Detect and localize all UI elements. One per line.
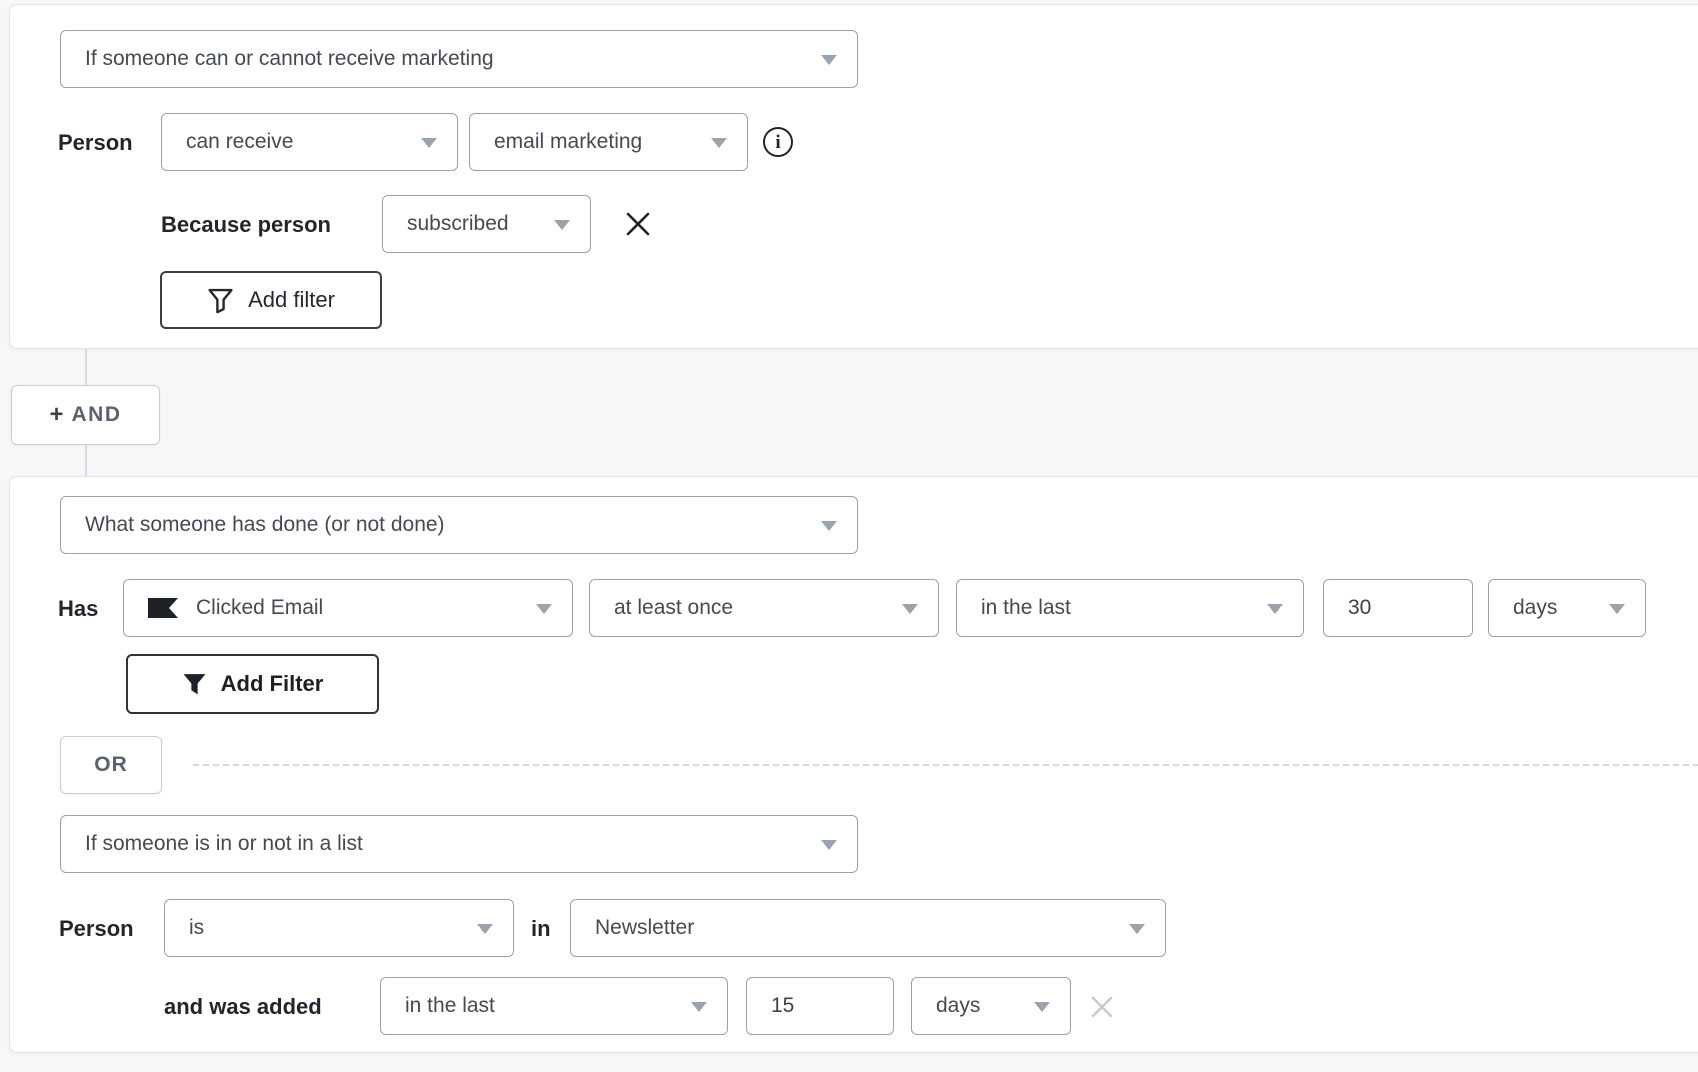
caret-down-icon [1034, 1002, 1050, 1012]
caret-down-icon [554, 220, 570, 230]
caret-down-icon [711, 138, 727, 148]
caret-down-icon [1129, 924, 1145, 934]
email-flag-icon [148, 598, 178, 618]
remove-filter-button-disabled[interactable] [1086, 991, 1118, 1023]
caret-down-icon [902, 604, 918, 614]
added-range-select[interactable]: in the last [380, 977, 728, 1035]
condition-type-select[interactable]: If someone can or cannot receive marketi… [60, 30, 858, 88]
info-icon-glyph: i [775, 133, 780, 152]
time-range-select[interactable]: in the last [956, 579, 1304, 637]
add-and-condition-button[interactable]: + AND [11, 385, 160, 445]
added-unit-select[interactable]: days [911, 977, 1071, 1035]
time-unit-select[interactable]: days [1488, 579, 1646, 637]
and-button-label: AND [72, 403, 122, 427]
add-filter-button[interactable]: Add Filter [126, 654, 379, 714]
time-unit-value: days [1513, 596, 1557, 620]
caret-down-icon [1267, 604, 1283, 614]
time-range-value: in the last [981, 596, 1071, 620]
event-select[interactable]: Clicked Email [123, 579, 573, 637]
has-label: Has [58, 595, 98, 623]
condition-type-value: If someone is in or not in a list [85, 832, 363, 856]
consent-operator-value: can receive [186, 130, 293, 154]
remove-filter-button[interactable] [622, 208, 654, 240]
marketing-channel-select[interactable]: email marketing [469, 113, 748, 171]
caret-down-icon [691, 1002, 707, 1012]
list-value: Newsletter [595, 916, 694, 940]
condition-card-consent: If someone can or cannot receive marketi… [9, 4, 1698, 349]
close-disabled-icon [1087, 992, 1117, 1022]
list-operator-select[interactable]: is [164, 899, 514, 957]
added-unit-value: days [936, 994, 980, 1018]
add-filter-label: Add Filter [221, 671, 324, 697]
time-amount-input[interactable] [1323, 579, 1473, 637]
consent-operator-select[interactable]: can receive [161, 113, 458, 171]
in-label: in [531, 915, 551, 943]
event-value: Clicked Email [196, 596, 323, 620]
or-button-label: OR [94, 753, 128, 777]
added-amount-input[interactable] [746, 977, 894, 1035]
list-operator-value: is [189, 916, 204, 940]
and-was-added-label: and was added [164, 993, 322, 1021]
caret-down-icon [421, 138, 437, 148]
list-select[interactable]: Newsletter [570, 899, 1166, 957]
person-label: Person [58, 129, 133, 157]
subscription-reason-select[interactable]: subscribed [382, 195, 591, 253]
condition-card-behavior: What someone has done (or not done) Has … [9, 476, 1698, 1053]
close-icon [624, 210, 652, 238]
plus-icon: + [49, 401, 63, 429]
caret-down-icon [477, 924, 493, 934]
info-icon[interactable]: i [763, 127, 793, 157]
caret-down-icon [821, 55, 837, 65]
condition-type-value: What someone has done (or not done) [85, 513, 445, 537]
or-divider-line [193, 764, 1698, 766]
caret-down-icon [536, 604, 552, 614]
because-person-label: Because person [161, 211, 331, 239]
added-range-value: in the last [405, 994, 495, 1018]
condition-type-select[interactable]: What someone has done (or not done) [60, 496, 858, 554]
caret-down-icon [821, 840, 837, 850]
caret-down-icon [821, 521, 837, 531]
frequency-select[interactable]: at least once [589, 579, 939, 637]
add-filter-label: Add filter [248, 287, 335, 313]
marketing-channel-value: email marketing [494, 130, 642, 154]
add-filter-button[interactable]: Add filter [160, 271, 382, 329]
funnel-solid-icon [182, 672, 207, 697]
condition-type-select[interactable]: If someone is in or not in a list [60, 815, 858, 873]
person-label: Person [59, 915, 134, 943]
and-connector-line-bottom [85, 445, 87, 476]
and-connector-line-top [85, 349, 87, 385]
caret-down-icon [1609, 604, 1625, 614]
funnel-outline-icon [207, 287, 234, 314]
condition-type-value: If someone can or cannot receive marketi… [85, 47, 494, 71]
add-or-condition-button[interactable]: OR [60, 736, 162, 794]
subscription-reason-value: subscribed [407, 212, 509, 236]
frequency-value: at least once [614, 596, 733, 620]
